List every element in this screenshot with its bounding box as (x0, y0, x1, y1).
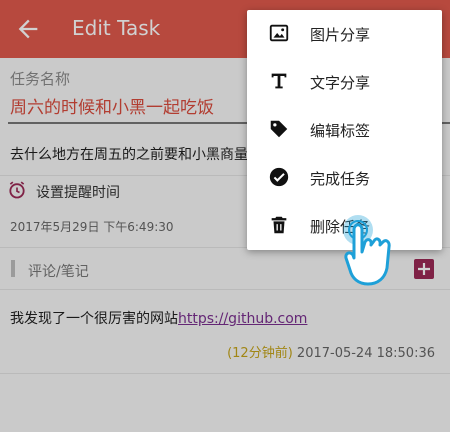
menu-item-text-share[interactable]: 文字分享 (247, 58, 442, 106)
text-icon (271, 73, 287, 89)
menu-item-label: 编辑标签 (310, 122, 371, 140)
menu-item-complete-task[interactable]: 完成任务 (247, 154, 442, 202)
menu-item-label: 文字分享 (310, 74, 371, 92)
menu-item-edit-tags[interactable]: 编辑标签 (247, 106, 442, 154)
hand-pointer-icon (343, 215, 391, 286)
check-circle-icon (269, 167, 289, 187)
tag-icon (270, 120, 288, 138)
menu-item-image-share[interactable]: 图片分享 (247, 10, 442, 58)
menu-item-label: 完成任务 (310, 170, 371, 188)
trash-icon (271, 216, 287, 234)
image-icon (269, 24, 289, 42)
menu-item-label: 图片分享 (310, 26, 371, 44)
